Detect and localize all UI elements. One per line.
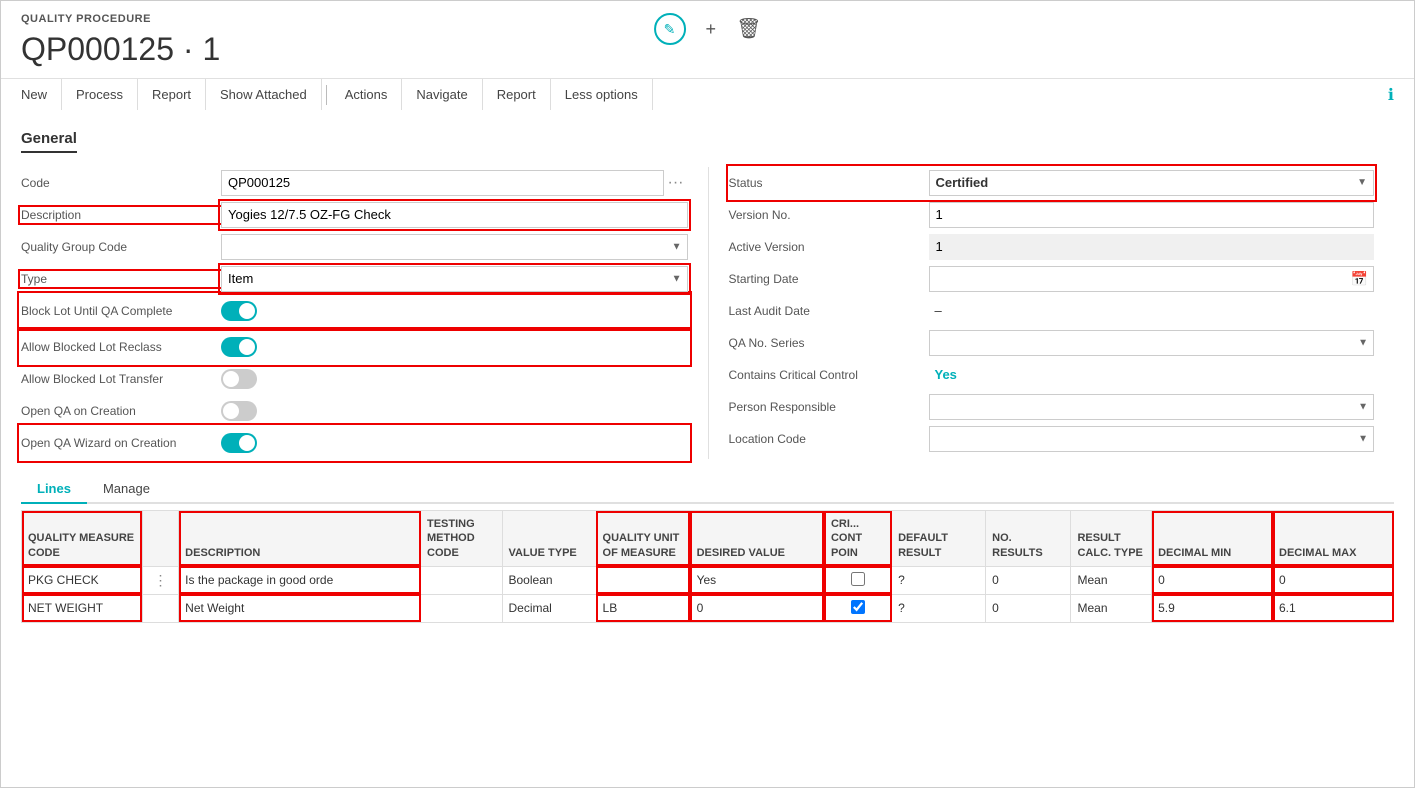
allow-blocked-transfer-toggle[interactable] (221, 369, 257, 389)
person-responsible-label: Person Responsible (729, 400, 929, 414)
toolbar-new[interactable]: New (21, 79, 62, 110)
person-responsible-select[interactable] (929, 394, 1375, 420)
table-row: NET WEIGHT Net Weight Decimal LB 0 ? 0 M… (22, 594, 1394, 622)
last-audit-label: Last Audit Date (729, 304, 929, 318)
row2-vt: Decimal (502, 594, 596, 622)
code-input[interactable] (221, 170, 664, 196)
row2-dmin[interactable]: 5.9 (1152, 594, 1273, 622)
row2-drag[interactable] (142, 594, 178, 622)
col-header-rct: RESULT CALC. TYPE (1071, 511, 1152, 567)
type-label: Type (21, 272, 221, 286)
general-section-title: General (21, 130, 77, 153)
row2-tmc[interactable] (421, 594, 503, 622)
allow-blocked-transfer-label: Allow Blocked Lot Transfer (21, 372, 221, 386)
col-header-desc: DESCRIPTION (179, 511, 421, 567)
col-header-qmc: QUALITY MEASURE CODE (22, 511, 143, 567)
code-ellipsis[interactable]: ··· (664, 174, 688, 192)
open-qa-wizard-toggle[interactable] (221, 433, 257, 453)
block-lot-label: Block Lot Until QA Complete (21, 304, 221, 318)
status-dropdown-arrow[interactable]: ▼ (1357, 177, 1367, 188)
status-value: Certified (936, 175, 989, 190)
allow-blocked-reclass-toggle[interactable] (221, 337, 257, 357)
row2-dmax[interactable]: 6.1 (1273, 594, 1394, 622)
row2-dr[interactable]: ? (892, 594, 986, 622)
col-header-vt: VALUE TYPE (502, 511, 596, 567)
row1-dmax[interactable]: 0 (1273, 566, 1394, 594)
critical-control-label: Contains Critical Control (729, 368, 929, 382)
col-header-dr: DEFAULT RESULT (892, 511, 986, 567)
row1-dr[interactable]: ? (892, 566, 986, 594)
toolbar-report2[interactable]: Report (483, 79, 551, 110)
col-header-quom: QUALITY UNIT OF MEASURE (596, 511, 690, 567)
delete-icon[interactable]: 🗑 (736, 13, 761, 45)
open-qa-label: Open QA on Creation (21, 404, 221, 418)
tab-manage[interactable]: Manage (87, 475, 166, 504)
version-no-input[interactable] (929, 202, 1375, 228)
row1-drag[interactable]: ⋮ (142, 566, 178, 594)
col-header-nr: NO. RESULTS (986, 511, 1071, 567)
toolbar-process[interactable]: Process (62, 79, 138, 110)
row2-quom[interactable]: LB (596, 594, 690, 622)
row1-dmin[interactable]: 0 (1152, 566, 1273, 594)
row2-ccp[interactable] (824, 594, 891, 622)
col-header-drag (142, 511, 178, 567)
toolbar-report1[interactable]: Report (138, 79, 206, 110)
calendar-icon[interactable]: 📅 (1351, 270, 1368, 287)
description-input[interactable] (221, 202, 688, 228)
open-qa-toggle[interactable] (221, 401, 257, 421)
starting-date-label: Starting Date (729, 272, 929, 286)
last-audit-value: – (929, 300, 948, 321)
row1-ccp-checkbox[interactable] (851, 572, 865, 586)
toolbar-show-attached[interactable]: Show Attached (206, 79, 322, 110)
row1-tmc[interactable] (421, 566, 503, 594)
row2-desc[interactable]: Net Weight (179, 594, 421, 622)
critical-control-value: Yes (929, 364, 963, 385)
col-header-tmc: TESTING METHOD CODE (421, 511, 503, 567)
starting-date-input[interactable] (929, 266, 1375, 292)
row1-quom[interactable] (596, 566, 690, 594)
toolbar-navigate[interactable]: Navigate (402, 79, 482, 110)
col-header-dmax: DECIMAL MAX (1273, 511, 1394, 567)
row1-rct[interactable]: Mean (1071, 566, 1152, 594)
col-header-dv: DESIRED VALUE (690, 511, 824, 567)
description-label: Description (21, 208, 221, 222)
row2-ccp-checkbox[interactable] (851, 600, 865, 614)
version-no-label: Version No. (729, 208, 929, 222)
row2-rct[interactable]: Mean (1071, 594, 1152, 622)
code-label: Code (21, 176, 221, 190)
edit-icon[interactable]: ✎ (654, 13, 686, 45)
status-label: Status (729, 176, 929, 190)
row1-qmc[interactable]: PKG CHECK (22, 566, 143, 594)
row2-nr[interactable]: 0 (986, 594, 1071, 622)
active-version-label: Active Version (729, 240, 929, 254)
row1-nr[interactable]: 0 (986, 566, 1071, 594)
toolbar-actions[interactable]: Actions (331, 79, 403, 110)
quality-group-code-label: Quality Group Code (21, 240, 221, 254)
tab-lines[interactable]: Lines (21, 475, 87, 504)
col-header-dmin: DECIMAL MIN (1152, 511, 1273, 567)
type-select[interactable]: Item (221, 266, 688, 292)
qa-no-series-label: QA No. Series (729, 336, 929, 350)
qa-no-series-select[interactable] (929, 330, 1375, 356)
toolbar-less-options[interactable]: Less options (551, 79, 653, 110)
row1-vt: Boolean (502, 566, 596, 594)
add-icon[interactable]: + (706, 13, 717, 45)
row1-desc[interactable]: Is the package in good orde (179, 566, 421, 594)
location-code-select[interactable] (929, 426, 1375, 452)
col-header-ccp: CRI... CONT POIN (824, 511, 891, 567)
row2-dv[interactable]: 0 (690, 594, 824, 622)
info-icon: ℹ (1388, 85, 1394, 105)
block-lot-toggle[interactable] (221, 301, 257, 321)
quality-group-code-select[interactable] (221, 234, 688, 260)
active-version-input (929, 234, 1375, 260)
location-code-label: Location Code (729, 432, 929, 446)
table-row: PKG CHECK ⋮ Is the package in good orde … (22, 566, 1394, 594)
row1-ccp[interactable] (824, 566, 891, 594)
row2-qmc[interactable]: NET WEIGHT (22, 594, 143, 622)
open-qa-wizard-label: Open QA Wizard on Creation (21, 436, 221, 450)
allow-blocked-reclass-label: Allow Blocked Lot Reclass (21, 340, 221, 354)
row1-dv[interactable]: Yes (690, 566, 824, 594)
